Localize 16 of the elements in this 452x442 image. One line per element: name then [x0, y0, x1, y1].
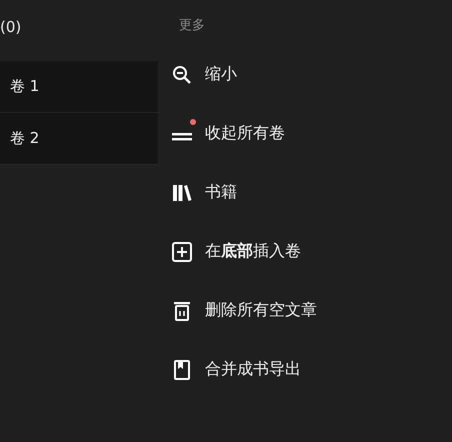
books-icon: [172, 182, 192, 202]
menu-item[interactable]: 书籍: [205, 182, 237, 203]
menu-item[interactable]: 收起所有卷: [205, 123, 285, 144]
menu-item[interactable]: 缩小: [205, 64, 237, 85]
add-icon: [172, 242, 192, 262]
bookmark-book-icon: [172, 360, 192, 380]
menu-item[interactable]: 合并成书导出: [205, 359, 301, 380]
menu-item[interactable]: 在底部插入卷: [205, 241, 301, 262]
menu-item[interactable]: 删除所有空文章: [205, 300, 317, 321]
volume-item[interactable]: 卷 1: [0, 61, 158, 113]
collapse-icon: [172, 132, 192, 140]
menu-title: 更多: [178, 17, 205, 35]
volume-count: (0): [0, 18, 22, 36]
trash-icon: [172, 300, 192, 320]
zoom-out-icon: [172, 64, 192, 84]
volume-item[interactable]: 卷 2: [0, 113, 158, 165]
